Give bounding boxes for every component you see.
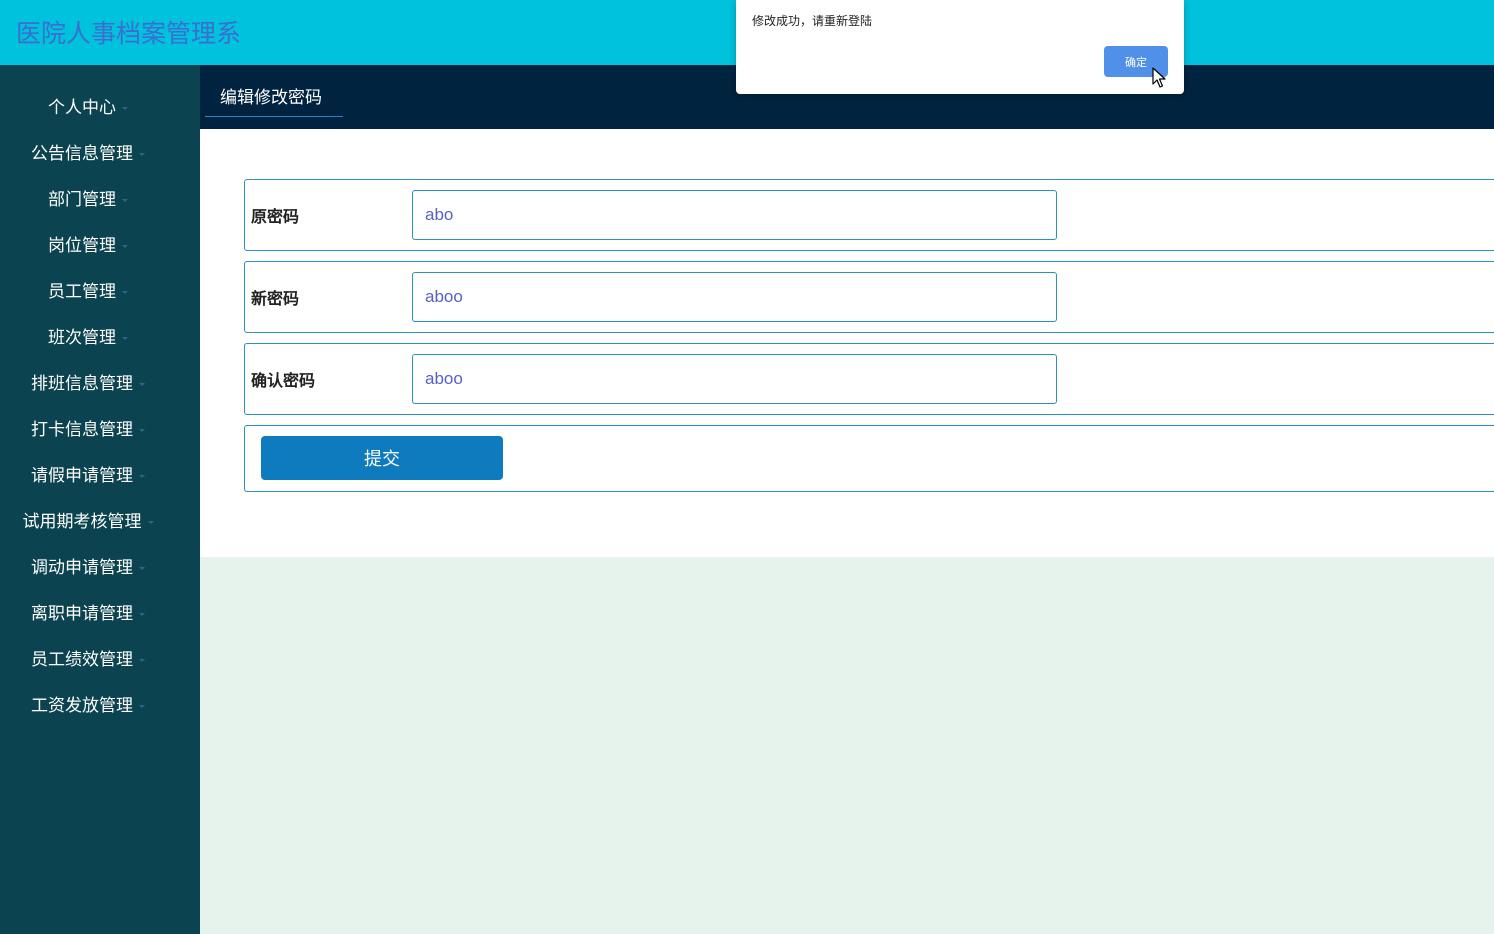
sidebar-item-label: 岗位管理 <box>48 236 116 256</box>
sidebar-item-label: 打卡信息管理 <box>31 420 133 440</box>
caret-down-icon <box>122 290 128 294</box>
caret-down-icon <box>139 382 145 386</box>
sidebar-item-label: 排班信息管理 <box>31 374 133 394</box>
sidebar-item-departments[interactable]: 部门管理 <box>0 185 176 215</box>
sidebar-item-attendance[interactable]: 打卡信息管理 <box>0 415 176 445</box>
confirm-password-input[interactable] <box>412 354 1057 404</box>
caret-down-icon <box>147 520 154 524</box>
sidebar-item-personal-center[interactable]: 个人中心 <box>0 93 176 123</box>
confirm-password-label: 确认密码 <box>251 371 316 390</box>
alert-message: 修改成功，请重新登陆 <box>752 14 873 28</box>
new-password-input[interactable] <box>412 272 1057 322</box>
caret-down-icon <box>122 244 128 248</box>
caret-down-icon <box>139 152 145 156</box>
sidebar-item-label: 请假申请管理 <box>31 466 133 486</box>
caret-down-icon <box>139 566 145 570</box>
sidebar-item-label: 员工绩效管理 <box>31 650 133 670</box>
caret-down-icon <box>122 198 128 202</box>
new-password-label: 新密码 <box>251 289 300 308</box>
sidebar-item-probation-review[interactable]: 试用期考核管理 <box>0 507 176 537</box>
sidebar-item-label: 班次管理 <box>48 328 116 348</box>
sidebar-item-scheduling[interactable]: 排班信息管理 <box>0 369 176 399</box>
sidebar-item-resignation-requests[interactable]: 离职申请管理 <box>0 599 176 629</box>
new-password-row: 新密码 <box>244 261 1494 333</box>
caret-down-icon <box>139 474 145 478</box>
old-password-input[interactable] <box>412 190 1057 240</box>
sidebar-item-label: 调动申请管理 <box>31 558 133 578</box>
caret-down-icon <box>139 428 145 432</box>
caret-down-icon <box>139 658 145 662</box>
sidebar-item-label: 部门管理 <box>48 190 116 210</box>
old-password-row: 原密码 <box>244 179 1494 251</box>
sidebar-item-label: 工资发放管理 <box>31 696 133 716</box>
sidebar-item-shifts[interactable]: 班次管理 <box>0 323 176 353</box>
sidebar-item-label: 员工管理 <box>48 282 116 302</box>
sidebar-item-label: 个人中心 <box>48 98 116 118</box>
mouse-pointer-icon <box>1152 67 1166 88</box>
confirm-password-row: 确认密码 <box>244 343 1494 415</box>
submit-row: 提交 <box>244 425 1494 492</box>
sidebar-item-payroll[interactable]: 工资发放管理 <box>0 691 176 721</box>
sidebar: 个人中心 公告信息管理 部门管理 岗位管理 员工管理 班次管理 排班信息管理 打… <box>0 65 200 934</box>
caret-down-icon <box>122 106 128 110</box>
sidebar-item-leave-requests[interactable]: 请假申请管理 <box>0 461 176 491</box>
sidebar-item-label: 公告信息管理 <box>31 144 133 164</box>
sidebar-item-performance[interactable]: 员工绩效管理 <box>0 645 176 675</box>
old-password-label: 原密码 <box>251 207 300 226</box>
sidebar-item-label: 离职申请管理 <box>31 604 133 624</box>
caret-down-icon <box>139 704 145 708</box>
sidebar-item-transfer-requests[interactable]: 调动申请管理 <box>0 553 176 583</box>
caret-down-icon <box>139 612 145 616</box>
sidebar-item-announcements[interactable]: 公告信息管理 <box>0 139 176 169</box>
password-form-panel: 原密码 新密码 确认密码 提交 <box>200 129 1494 557</box>
caret-down-icon <box>122 336 128 340</box>
sidebar-item-positions[interactable]: 岗位管理 <box>0 231 176 261</box>
submit-button[interactable]: 提交 <box>261 436 503 480</box>
sidebar-item-employees[interactable]: 员工管理 <box>0 277 176 307</box>
alert-dialog: 修改成功，请重新登陆 确定 <box>736 0 1184 94</box>
app-title: 医院人事档案管理系 <box>16 19 242 48</box>
tab-edit-password[interactable]: 编辑修改密码 <box>205 83 343 117</box>
sidebar-item-label: 试用期考核管理 <box>22 512 142 532</box>
